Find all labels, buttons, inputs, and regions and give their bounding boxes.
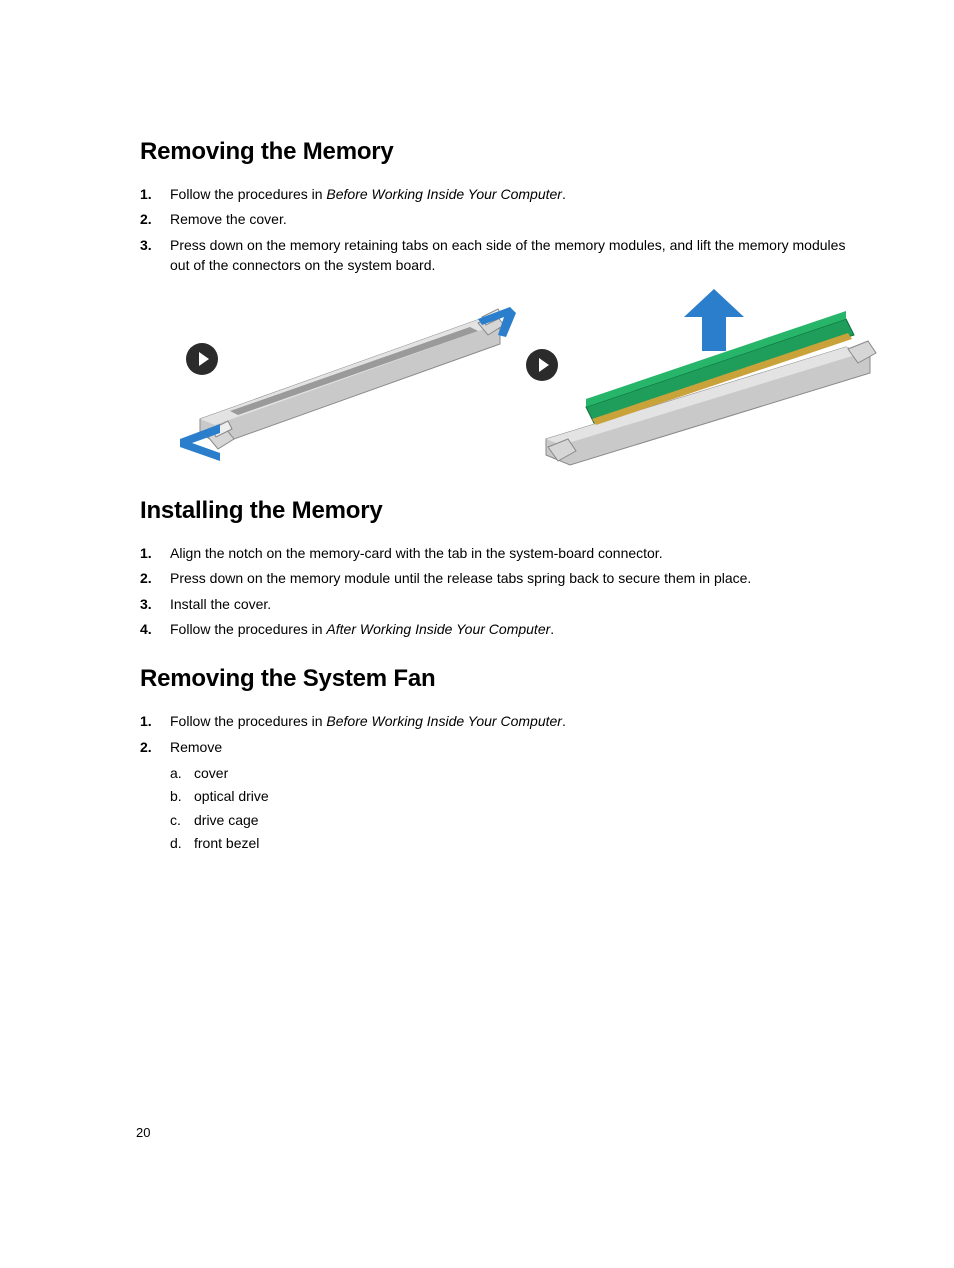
step-text: Remove the cover. — [170, 211, 287, 227]
memory-slot-open-illustration — [160, 289, 520, 469]
step-item: Follow the procedures in Before Working … — [140, 184, 864, 204]
substep-item: cover — [170, 763, 864, 783]
step-text-em: Before Working Inside Your Computer — [326, 186, 562, 202]
step-item: Remove the cover. — [140, 209, 864, 229]
step-text-pre: Follow the procedures in — [170, 186, 326, 202]
substep-item: front bezel — [170, 833, 864, 853]
step-item: Align the notch on the memory-card with … — [140, 543, 864, 563]
section-removing-memory: Removing the Memory Follow the procedure… — [140, 138, 864, 469]
heading-removing-memory: Removing the Memory — [140, 138, 864, 166]
substep-text: optical drive — [194, 788, 269, 804]
substep-item: drive cage — [170, 810, 864, 830]
step-text-post: . — [562, 713, 566, 729]
step-text: Press down on the memory module until th… — [170, 570, 751, 586]
step-item: Follow the procedures in After Working I… — [140, 619, 864, 639]
step-item: Follow the procedures in Before Working … — [140, 711, 864, 731]
step-text: Press down on the memory retaining tabs … — [170, 237, 845, 273]
manual-page: Removing the Memory Follow the procedure… — [0, 0, 954, 853]
heading-installing-memory: Installing the Memory — [140, 497, 864, 525]
step-item: Press down on the memory module until th… — [140, 568, 864, 588]
section-removing-system-fan: Removing the System Fan Follow the proce… — [140, 665, 864, 853]
figure-row — [160, 289, 864, 469]
step-text-em: After Working Inside Your Computer — [326, 621, 550, 637]
steps-installing-memory: Align the notch on the memory-card with … — [140, 543, 864, 639]
steps-removing-memory: Follow the procedures in Before Working … — [140, 184, 864, 275]
memory-module-lift-illustration — [526, 289, 886, 469]
step-text-post: . — [562, 186, 566, 202]
step-text-pre: Follow the procedures in — [170, 713, 326, 729]
step-text-post: . — [550, 621, 554, 637]
substep-text: cover — [194, 765, 228, 781]
substeps: cover optical drive drive cage front bez… — [170, 763, 864, 853]
substep-text: drive cage — [194, 812, 259, 828]
substep-text: front bezel — [194, 835, 259, 851]
step-text-pre: Follow the procedures in — [170, 621, 326, 637]
steps-removing-system-fan: Follow the procedures in Before Working … — [140, 711, 864, 853]
step-text: Remove — [170, 739, 222, 755]
figure-right — [526, 289, 886, 469]
section-installing-memory: Installing the Memory Align the notch on… — [140, 497, 864, 639]
substep-item: optical drive — [170, 786, 864, 806]
play-icon[interactable] — [526, 349, 558, 381]
figure-left — [160, 289, 520, 469]
play-icon[interactable] — [186, 343, 218, 375]
page-number: 20 — [136, 1125, 150, 1140]
step-text: Install the cover. — [170, 596, 271, 612]
step-item: Install the cover. — [140, 594, 864, 614]
step-item: Remove cover optical drive drive cage fr… — [140, 737, 864, 853]
step-text: Align the notch on the memory-card with … — [170, 545, 663, 561]
step-text-em: Before Working Inside Your Computer — [326, 713, 562, 729]
heading-removing-system-fan: Removing the System Fan — [140, 665, 864, 693]
step-item: Press down on the memory retaining tabs … — [140, 235, 864, 276]
